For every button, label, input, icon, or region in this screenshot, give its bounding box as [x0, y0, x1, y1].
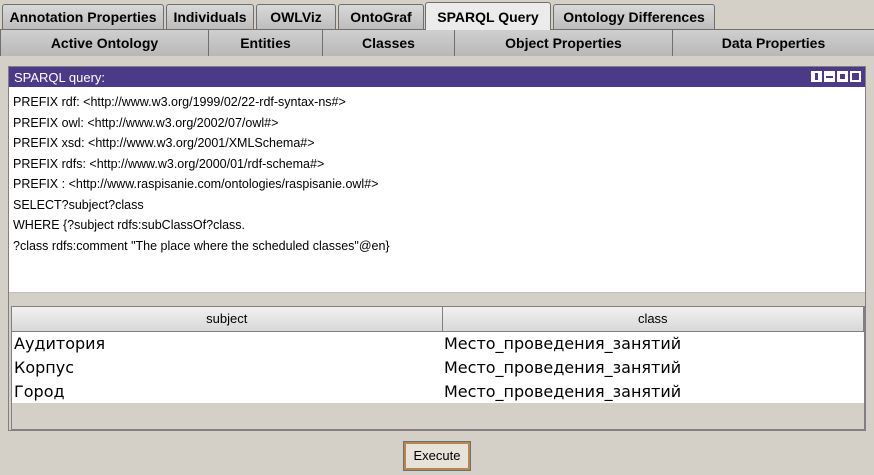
sparql-query-editor[interactable]: PREFIX rdf: <http://www.w3.org/1999/02/2…: [9, 87, 865, 293]
query-line: PREFIX xsd: <http://www.w3.org/2001/XMLS…: [13, 136, 315, 150]
cell-subject: Город: [12, 379, 442, 403]
cell-class: Место_проведения_занятий: [442, 355, 864, 379]
tab-owlviz[interactable]: OWLViz: [256, 4, 336, 29]
tab-sparql-query[interactable]: SPARQL Query: [425, 2, 551, 30]
cell-subject: Аудитория: [12, 331, 442, 355]
top-tab-row: Annotation Properties Individuals OWLViz…: [0, 0, 874, 30]
query-line: PREFIX rdf: <http://www.w3.org/1999/02/2…: [13, 95, 346, 109]
footer-bar: Execute: [0, 436, 874, 475]
cell-class: Место_проведения_занятий: [442, 379, 864, 403]
query-line: SELECT?subject?class: [13, 197, 144, 212]
execute-button[interactable]: Execute: [403, 440, 471, 471]
restore-icon[interactable]: [837, 71, 848, 82]
tab-entities[interactable]: Entities: [208, 30, 322, 57]
tab-active-ontology[interactable]: Active Ontology: [0, 30, 208, 57]
table-row[interactable]: Корпус Место_проведения_занятий: [12, 355, 864, 379]
tab-classes[interactable]: Classes: [322, 30, 454, 57]
cell-subject: Корпус: [12, 355, 442, 379]
column-header-class[interactable]: class: [442, 307, 864, 332]
tab-annotation-properties[interactable]: Annotation Properties: [2, 4, 164, 29]
main-content: SPARQL query: PREFIX rdf: <http://www.w3…: [0, 56, 874, 475]
tab-individuals[interactable]: Individuals: [166, 4, 254, 29]
column-header-subject[interactable]: subject: [12, 307, 443, 332]
table-row[interactable]: Аудитория Место_проведения_занятий: [12, 331, 864, 355]
query-line: WHERE {?subject rdfs:subClassOf?class.: [13, 218, 246, 232]
minimize-icon[interactable]: [824, 71, 835, 82]
query-line: ?class rdfs:comment "The place where the…: [13, 238, 390, 253]
results-table: subject class Аудитория Место_проведения…: [12, 307, 864, 403]
query-line: PREFIX owl: <http://www.w3.org/2002/07/o…: [13, 115, 279, 130]
close-icon[interactable]: [850, 71, 861, 82]
query-line: PREFIX rdfs: <http://www.w3.org/2000/01/…: [13, 156, 325, 171]
tab-object-properties[interactable]: Object Properties: [454, 30, 672, 57]
sparql-panel: SPARQL query: PREFIX rdf: <http://www.w3…: [8, 66, 866, 431]
bottom-tab-row: Active Ontology Entities Classes Object …: [0, 29, 874, 57]
tab-ontology-differences[interactable]: Ontology Differences: [553, 4, 715, 29]
table-row[interactable]: Город Место_проведения_занятий: [12, 379, 864, 403]
panel-title-bar: SPARQL query:: [9, 67, 865, 87]
tab-ontograf[interactable]: OntoGraf: [338, 4, 424, 29]
panel-title: SPARQL query:: [14, 69, 106, 85]
tab-data-properties[interactable]: Data Properties: [672, 30, 874, 57]
cell-class: Место_проведения_занятий: [442, 331, 864, 355]
query-line: PREFIX : <http://www.raspisanie.com/onto…: [13, 177, 379, 191]
split-icon[interactable]: [811, 71, 822, 82]
window-controls: [811, 71, 861, 82]
results-table-container: subject class Аудитория Место_проведения…: [11, 306, 865, 430]
